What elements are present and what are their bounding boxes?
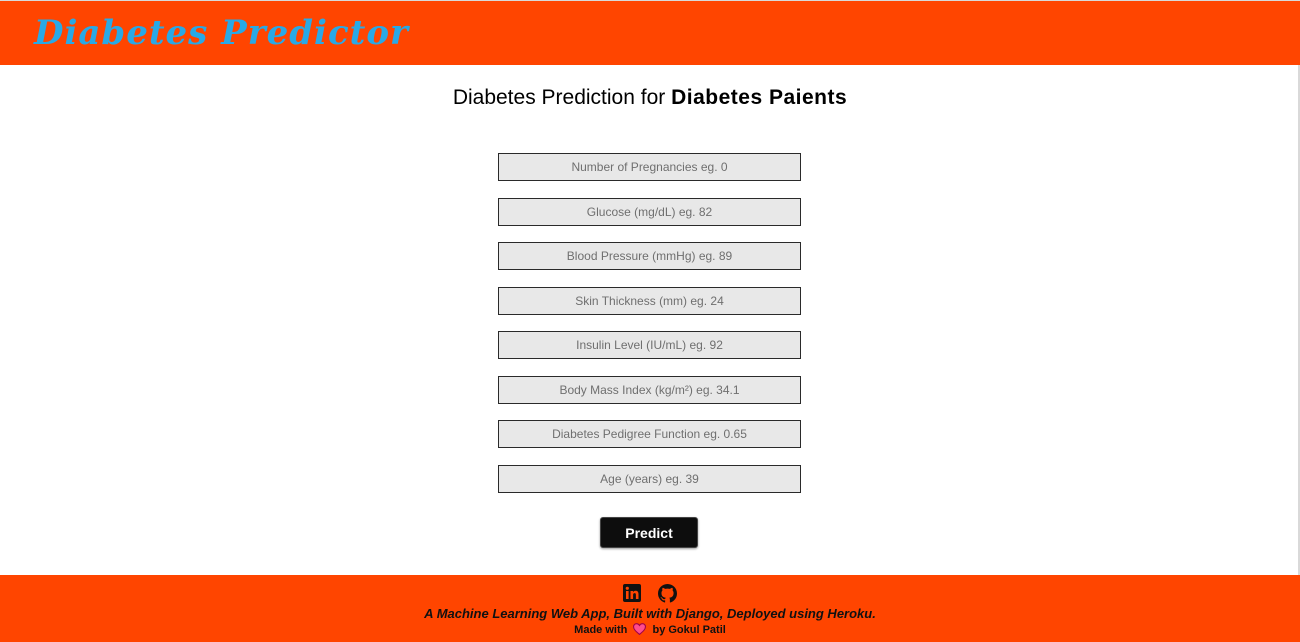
linkedin-icon[interactable] [623,584,642,607]
github-icon[interactable] [657,584,677,608]
page-title: Diabetes Prediction for Diabetes Paients [0,84,1300,112]
footer-bar: A Machine Learning Web App, Built with D… [0,575,1300,642]
footer-credit: Made with by Gokul Patil [0,623,1300,638]
social-links [0,584,1300,604]
credit-suffix: by Gokul Patil [652,624,726,636]
age-input[interactable] [498,464,801,493]
header-bar: Diabetes Predictor [0,0,1300,65]
blood-pressure-input[interactable] [498,242,801,270]
pedigree-function-input[interactable] [498,420,801,448]
pregnancies-input[interactable] [498,153,801,181]
skin-thickness-input[interactable] [498,286,801,315]
page: Diabetes Predictor Diabetes Prediction f… [0,0,1300,642]
brand-logo-link[interactable]: Diabetes Predictor [34,11,409,55]
insulin-input[interactable] [498,331,801,359]
prediction-form [498,153,801,509]
predict-button[interactable]: Predict [600,517,698,548]
credit-prefix: Made with [574,624,628,636]
heart-icon [633,623,647,638]
glucose-input[interactable] [498,197,801,226]
page-title-strong: Diabetes Paients [671,86,848,109]
page-title-prefix: Diabetes Prediction for [452,86,672,109]
bmi-input[interactable] [498,375,801,404]
footer-tagline: A Machine Learning Web App, Built with D… [424,606,876,621]
